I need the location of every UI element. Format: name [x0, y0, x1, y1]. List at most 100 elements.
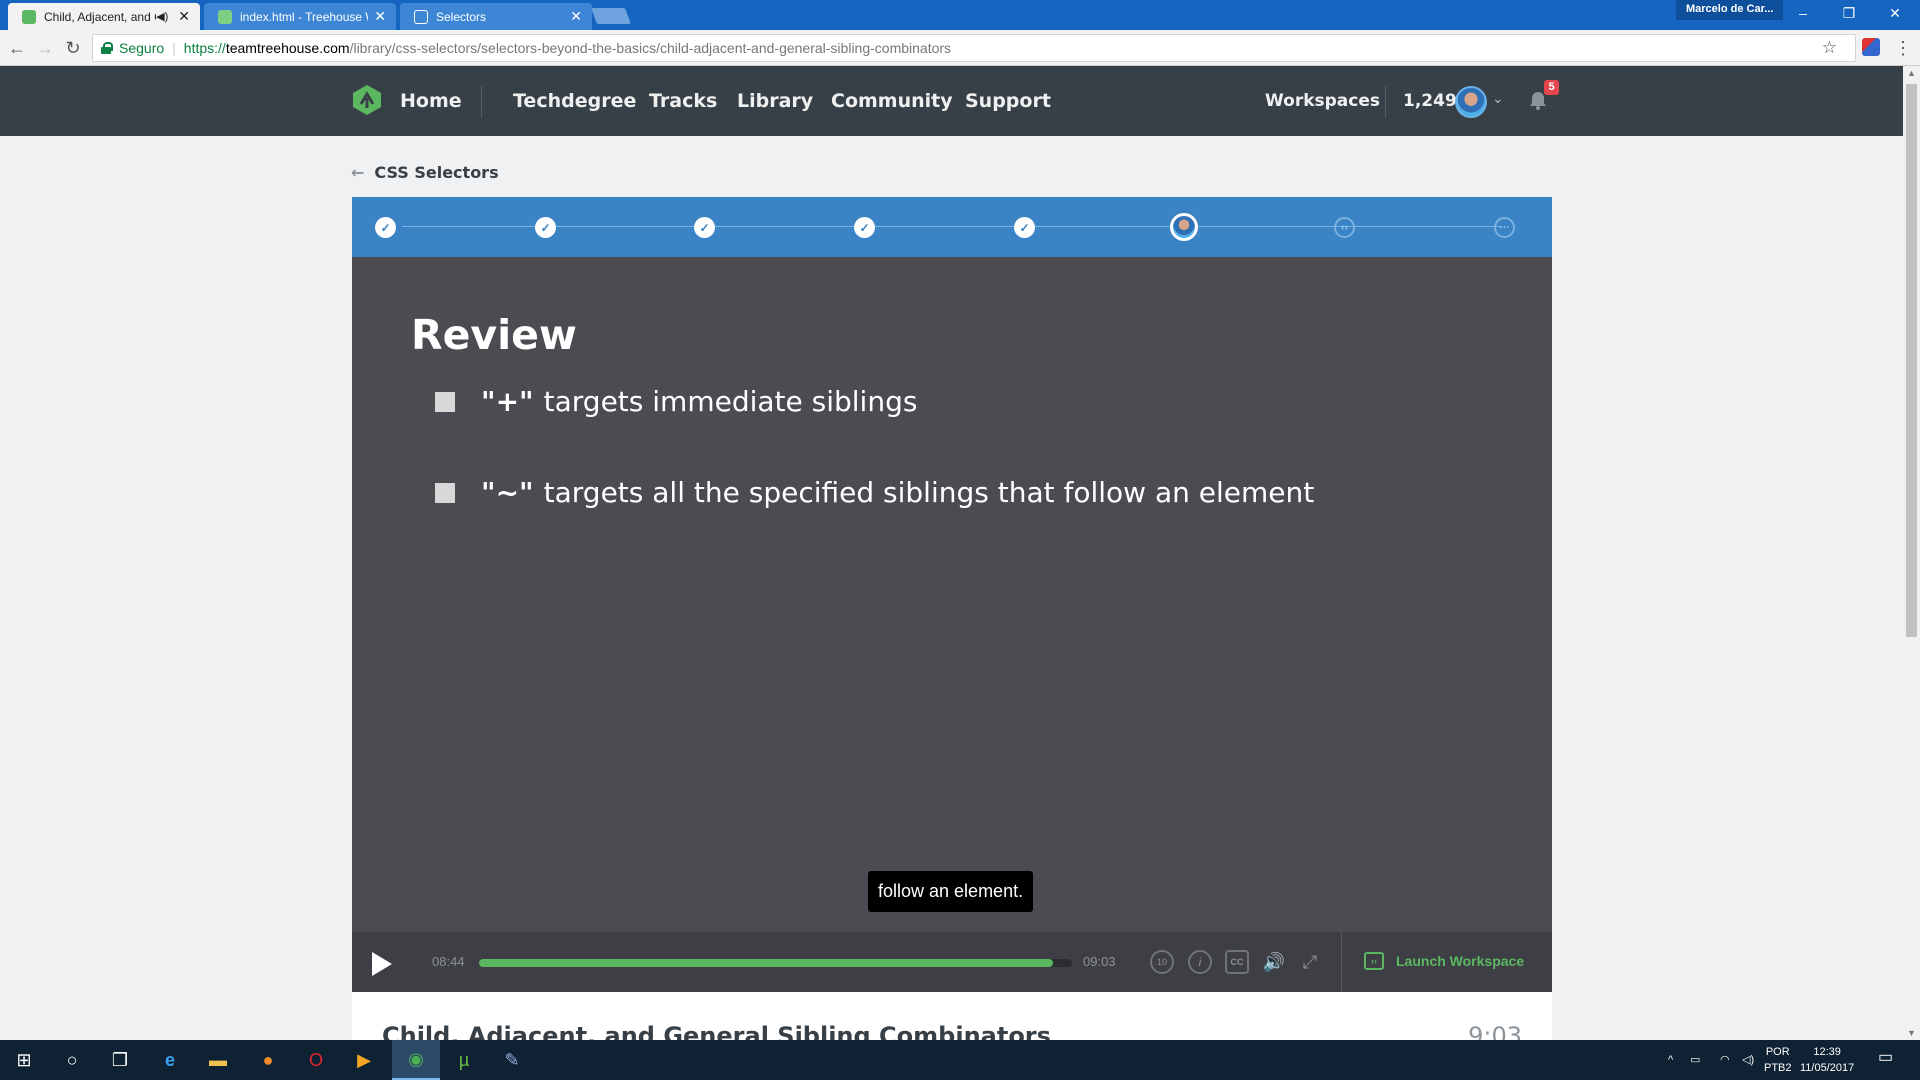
- utorrent-icon[interactable]: µ: [440, 1040, 488, 1080]
- close-icon[interactable]: ✕: [178, 8, 190, 25]
- bullet-symbol: "+": [481, 385, 534, 418]
- tab-index-html[interactable]: index.html - Treehouse W ✕: [204, 3, 396, 30]
- tab-selectors[interactable]: Selectors ✕: [400, 3, 592, 30]
- profile-chip[interactable]: Marcelo de Car...: [1676, 0, 1784, 20]
- stage-step-5-check-icon[interactable]: ✓: [1014, 217, 1035, 238]
- windows-taskbar: ⊞ ○ ❐ e ▬ ● O ▶ ◉ µ ✎ ^ ▭ ◠ ◁) POR PTB2 …: [0, 1040, 1920, 1080]
- secure-label: Seguro: [119, 40, 165, 56]
- nav-community[interactable]: Community: [831, 90, 953, 112]
- fullscreen-icon[interactable]: ⤢: [1298, 950, 1322, 974]
- url-host: teamtreehouse.com: [225, 40, 350, 56]
- play-icon[interactable]: [372, 952, 392, 976]
- page-scrollbar[interactable]: ▲ ▼: [1903, 66, 1920, 1040]
- stage-progress-bar: ✓ ✓ ✓ ✓ ✓ ‹› ⋯: [352, 197, 1552, 257]
- tab-title: index.html - Treehouse W: [240, 9, 369, 24]
- back-icon[interactable]: ←: [6, 37, 28, 59]
- media-player-icon[interactable]: ▶: [340, 1040, 388, 1080]
- restore-button[interactable]: ❐: [1826, 0, 1872, 26]
- separator: |: [172, 40, 176, 56]
- course-title: CSS Selectors: [374, 163, 499, 182]
- nav-divider: [1385, 86, 1386, 118]
- nav-library[interactable]: Library: [737, 90, 813, 112]
- close-icon[interactable]: ✕: [570, 8, 582, 25]
- clock[interactable]: 12:39 11/05/2017: [1800, 1044, 1854, 1076]
- total-time: 09:03: [1083, 954, 1116, 969]
- bullet-square-icon: [435, 391, 455, 412]
- input-language-code: POR: [1765, 1046, 1790, 1058]
- tab-title: Child, Adjacent, and G: [44, 9, 157, 24]
- minimize-button[interactable]: –: [1780, 0, 1826, 26]
- close-window-button[interactable]: ✕: [1872, 0, 1918, 26]
- scroll-thumb[interactable]: [1906, 84, 1917, 637]
- page-icon: [414, 9, 428, 24]
- launch-workspace-label: Launch Workspace: [1396, 953, 1525, 969]
- file-explorer-icon[interactable]: ▬: [194, 1040, 242, 1080]
- url-bar[interactable]: Seguro | https:// teamtreehouse.com /lib…: [92, 34, 1856, 62]
- nav-techdegree[interactable]: Techdegree: [513, 90, 636, 112]
- nav-workspaces[interactable]: Workspaces: [1265, 91, 1380, 111]
- stage-step-1-check-icon[interactable]: ✓: [375, 217, 396, 238]
- back-to-course-link[interactable]: ← CSS Selectors: [351, 163, 499, 182]
- treehouse-favicon-icon: [22, 9, 36, 24]
- tray-expand-icon[interactable]: ^: [1668, 1052, 1673, 1068]
- volume-tray-icon[interactable]: ◁): [1742, 1052, 1754, 1068]
- nav-tracks[interactable]: Tracks: [649, 90, 717, 112]
- chevron-down-icon[interactable]: ⌄: [1492, 90, 1504, 107]
- current-time: 08:44: [432, 954, 465, 969]
- action-center-icon[interactable]: ▭: [1878, 1050, 1893, 1066]
- forward-icon[interactable]: →: [34, 37, 56, 59]
- scroll-down-icon[interactable]: ▼: [1907, 1028, 1916, 1038]
- extension-icon[interactable]: [1862, 38, 1880, 56]
- closed-captions-icon[interactable]: CC: [1225, 950, 1249, 974]
- avatar[interactable]: [1455, 86, 1487, 118]
- lesson-duration: 9:03: [1468, 1022, 1522, 1040]
- launch-workspace-button[interactable]: ‹› Launch Workspace: [1364, 952, 1524, 970]
- slide-title: Review: [411, 311, 577, 359]
- seek-bar[interactable]: [479, 959, 1072, 967]
- url-scheme: https://: [183, 40, 226, 56]
- stage-step-current-avatar[interactable]: [1170, 213, 1198, 241]
- slide-bullet: "+" targets immediate siblings: [435, 385, 917, 418]
- tab-child-adjacent[interactable]: Child, Adjacent, and G ◀︎) ✕: [8, 3, 200, 30]
- video-player[interactable]: Review "+" targets immediate siblings "~…: [352, 257, 1552, 932]
- clock-time: 12:39: [1813, 1046, 1841, 1058]
- points-count[interactable]: 1,249: [1403, 91, 1457, 111]
- stage-step-8-quiz-icon[interactable]: ⋯: [1494, 217, 1515, 238]
- volume-icon[interactable]: 🔊: [1262, 950, 1286, 974]
- nav-home[interactable]: Home: [400, 90, 462, 112]
- cortana-icon[interactable]: ○: [48, 1040, 96, 1080]
- close-icon[interactable]: ✕: [374, 8, 386, 25]
- nav-support[interactable]: Support: [965, 90, 1051, 112]
- wifi-icon[interactable]: ◠: [1720, 1052, 1730, 1068]
- bookmark-star-icon[interactable]: ☆: [1822, 38, 1837, 58]
- opera-icon[interactable]: O: [292, 1040, 340, 1080]
- browser-tab-bar: Child, Adjacent, and G ◀︎) ✕ index.html …: [0, 0, 1920, 30]
- url-path: /library/css-selectors/selectors-beyond-…: [349, 40, 952, 56]
- stage-step-3-check-icon[interactable]: ✓: [694, 217, 715, 238]
- input-language[interactable]: POR PTB2: [1764, 1044, 1792, 1076]
- rewind-10-icon[interactable]: 10: [1150, 950, 1174, 974]
- bullet-symbol: "~": [481, 476, 534, 509]
- firefox-icon[interactable]: ●: [244, 1040, 292, 1080]
- new-tab-button[interactable]: [591, 8, 631, 24]
- slide-bullet: "~" targets all the specified siblings t…: [435, 476, 1314, 509]
- edge-icon[interactable]: e: [146, 1040, 194, 1080]
- speaker-icon[interactable]: ◀︎): [156, 10, 168, 23]
- task-view-icon[interactable]: ❐: [96, 1040, 144, 1080]
- stage-step-4-check-icon[interactable]: ✓: [854, 217, 875, 238]
- scroll-up-icon[interactable]: ▲: [1907, 68, 1916, 78]
- chrome-icon[interactable]: ◉: [392, 1040, 440, 1080]
- clock-date: 11/05/2017: [1800, 1062, 1855, 1074]
- windows-start-icon[interactable]: ⊞: [0, 1040, 48, 1080]
- stage-step-2-check-icon[interactable]: ✓: [535, 217, 556, 238]
- lesson-info-card: Child, Adjacent, and General Sibling Com…: [352, 992, 1552, 1040]
- paint-icon[interactable]: ✎: [488, 1040, 536, 1080]
- treehouse-favicon-icon: [218, 9, 232, 24]
- treehouse-logo-icon[interactable]: [351, 84, 383, 116]
- reload-icon[interactable]: ↻: [62, 37, 84, 59]
- browser-menu-icon[interactable]: ⋮: [1894, 38, 1912, 59]
- stage-step-7-code-icon[interactable]: ‹›: [1334, 217, 1355, 238]
- info-icon[interactable]: i: [1188, 950, 1212, 974]
- battery-icon[interactable]: ▭: [1690, 1052, 1700, 1068]
- nav-divider: [481, 86, 482, 118]
